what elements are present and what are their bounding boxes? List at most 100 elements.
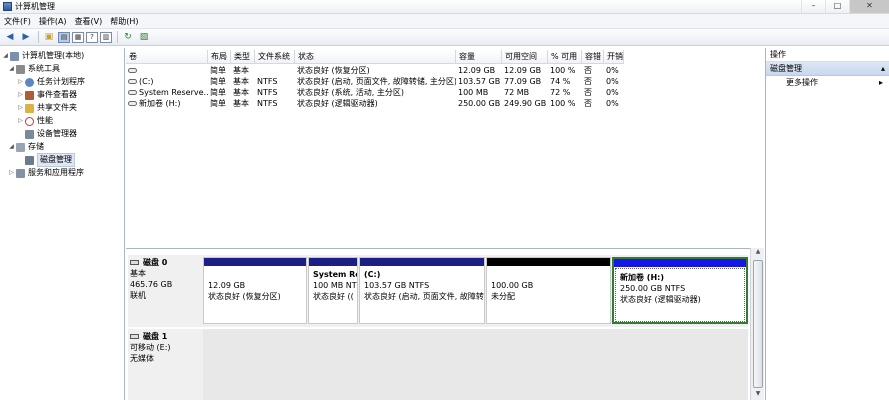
layout-cell: 简单 [210,66,226,75]
minimize-button[interactable]: – [801,0,825,13]
menu-view[interactable]: 查看(V) [71,16,107,27]
scrollbar-thumb[interactable] [753,260,763,388]
tree-label: 设备管理器 [37,129,77,138]
partition-system-reserved[interactable]: System Re 100 MB NT 状态良好 (( [308,257,358,324]
close-button[interactable]: ✕ [849,0,889,13]
column-header-capacity[interactable]: 容量 [456,50,502,64]
tree-item-root[interactable]: ◢ 计算机管理(本地) [2,50,84,62]
help-icon[interactable]: ? [86,31,98,43]
partition-h-drive[interactable]: 新加卷 (H:) 250.00 GB NTFS 状态良好 (逻辑驱动器) [612,257,748,324]
column-header-type[interactable]: 类型 [231,50,255,64]
view-icon[interactable]: ▧ [137,31,151,44]
status-cell: 状态良好 (恢复分区) [297,66,370,75]
status-cell: 状态良好 (启动, 页面文件, 故障转储, 主分区) [297,77,456,86]
partition-info: System Re 100 MB NT 状态良好 (( [313,270,357,301]
show-tree-icon[interactable]: ▤ [58,31,70,43]
more-actions-item[interactable]: 更多操作 ▸ [766,76,889,90]
percent-free-cell: 74 % [550,77,571,86]
volume-name: System Reserve... [139,88,208,97]
volume-name: 新加卷 (H:) [139,99,181,108]
table-row[interactable]: 简单 基本 状态良好 (恢复分区) 12.09 GB 12.09 GB 100 … [126,65,764,76]
table-row[interactable]: 新加卷 (H:) 简单 基本 NTFS 状态良好 (逻辑驱动器) 250.00 … [126,98,764,109]
disk-1-label: 磁盘 1 可移动 (E:) 无媒体 [130,331,204,364]
tree-label: 存储 [28,142,44,151]
column-header-free-space[interactable]: 可用空间 [502,50,548,64]
tree-item-storage[interactable]: ◢ 存储 [8,141,44,153]
disk-name-text: 磁盘 0 [143,258,168,267]
tree-item-shared-folders[interactable]: ▷ 共享文件夹 [17,102,77,114]
layout-cell: 简单 [210,88,226,97]
partition-info: 12.09 GB 状态良好 (恢复分区) [208,281,281,301]
partition-c-drive[interactable]: (C:) 103.57 GB NTFS 状态良好 (启动, 页面文件, 故障转储 [359,257,485,324]
disk-graphical-view: 磁盘 0 基本 465.76 GB 联机 12.09 GB 状态良好 (恢复分区… [126,248,750,400]
volume-name: (C:) [139,77,154,86]
disk-0-row[interactable]: 磁盘 0 基本 465.76 GB 联机 12.09 GB 状态良好 (恢复分区… [128,255,748,327]
expand-icon[interactable]: ▷ [17,89,24,101]
toolbar: ◀ ▶ ▣ ▤ ▦ ? ▥ ↻ ▧ [0,29,889,46]
type-cell: 基本 [233,77,249,86]
fault-tolerance-cell: 否 [584,88,592,97]
actions-section-disk-management[interactable]: 磁盘管理 ▴ [766,62,889,76]
column-header-status[interactable]: 状态 [295,50,456,64]
tree-item-system-tools[interactable]: ◢ 系统工具 [8,63,60,75]
expand-icon[interactable]: ▷ [17,76,24,88]
back-icon[interactable]: ◀ [3,31,17,44]
disk-view-scrollbar[interactable]: ▲ ▼ [750,248,764,400]
column-header-fault-tolerance[interactable]: 容错 [582,50,604,64]
table-row[interactable]: System Reserve... 简单 基本 NTFS 状态良好 (系统, 活… [126,87,764,98]
fault-tolerance-cell: 否 [584,99,592,108]
tree-label: 服务和应用程序 [28,168,84,177]
partition-info: 新加卷 (H:) 250.00 GB NTFS 状态良好 (逻辑驱动器) [620,273,701,304]
export-icon[interactable]: ↻ [121,31,135,44]
partition-bar [487,258,610,266]
disk-icon [130,334,139,339]
expand-icon[interactable]: ▷ [17,115,24,127]
column-header-filesystem[interactable]: 文件系统 [255,50,295,64]
expand-icon[interactable]: ▷ [17,102,24,114]
menu-file[interactable]: 文件(F) [0,16,35,27]
menu-action[interactable]: 操作(A) [35,16,71,27]
tools-icon [16,64,25,74]
column-header-layout[interactable]: 布局 [208,50,231,64]
disk-name: 磁盘 1 [130,331,204,342]
volume-cell: 新加卷 (H:) [126,98,208,109]
drive-icon [128,79,137,84]
layout-cell: 简单 [210,77,226,86]
table-row[interactable]: (C:) 简单 基本 NTFS 状态良好 (启动, 页面文件, 故障转储, 主分… [126,76,764,87]
fault-tolerance-cell: 否 [584,66,592,75]
column-header-overhead[interactable]: 开销 [604,50,624,64]
disk-name-text: 磁盘 1 [143,332,168,341]
free-space-cell: 77.09 GB [504,77,542,86]
collapse-up-icon[interactable]: ▴ [881,62,885,75]
tree-item-performance[interactable]: ▷ 性能 [17,115,53,127]
tree-item-services[interactable]: ▷ 服务和应用程序 [8,167,84,179]
free-space-cell: 12.09 GB [504,66,542,75]
computer-management-icon [3,2,12,11]
scroll-down-icon[interactable]: ▼ [751,390,765,400]
expand-icon[interactable]: ▷ [8,167,15,179]
percent-free-cell: 100 % [550,99,576,108]
forward-icon[interactable]: ▶ [19,31,33,44]
maximize-button[interactable]: □ [825,0,849,13]
capacity-cell: 12.09 GB [458,66,496,75]
tree-item-device-manager[interactable]: 设备管理器 [24,128,77,140]
column-header-percent-free[interactable]: % 可用 [548,50,582,64]
partition-recovery[interactable]: 12.09 GB 状态良好 (恢复分区) [203,257,307,324]
tree-item-event-viewer[interactable]: ▷ 事件查看器 [17,89,77,101]
tree-item-disk-management[interactable]: 磁盘管理 [24,153,75,167]
up-folder-icon[interactable]: ▣ [42,31,56,44]
properties-icon[interactable]: ▦ [72,31,84,43]
status-cell: 状态良好 (逻辑驱动器) [297,99,378,108]
collapse-icon[interactable]: ◢ [8,63,15,75]
collapse-icon[interactable]: ◢ [2,50,9,62]
clock-icon [25,77,34,87]
navigation-tree: ◢ 计算机管理(本地) ◢ 系统工具 ▷ 任务计划程序 ▷ 事件查看器 ▷ 共享… [0,48,125,400]
partition-unallocated[interactable]: 100.00 GB 未分配 [486,257,611,324]
scroll-up-icon[interactable]: ▲ [751,248,765,258]
refresh-icon[interactable]: ▥ [100,31,112,43]
tree-item-task-scheduler[interactable]: ▷ 任务计划程序 [17,76,85,88]
column-header-volume[interactable]: 卷 [126,50,208,64]
disk-1-row[interactable]: 磁盘 1 可移动 (E:) 无媒体 [128,329,748,400]
menu-help[interactable]: 帮助(H) [106,16,142,27]
collapse-icon[interactable]: ◢ [8,141,15,153]
